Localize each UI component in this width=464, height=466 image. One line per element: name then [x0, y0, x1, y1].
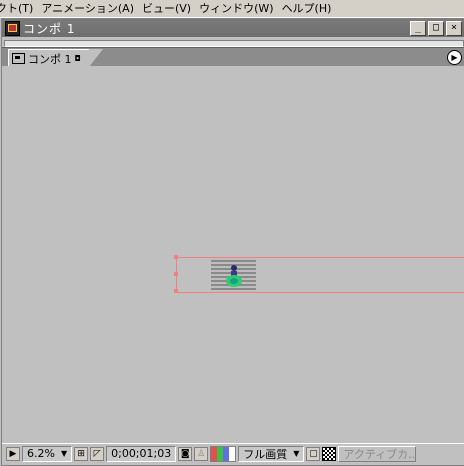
layer-footage-thumbnail[interactable] [211, 258, 256, 290]
play-icon[interactable]: ▶ [6, 446, 20, 461]
layer-handle-top-left[interactable] [174, 255, 178, 259]
layer-handle-mid-left[interactable] [174, 272, 178, 276]
menu-item-help[interactable]: ヘルプ(H) [282, 2, 340, 16]
grid-icon[interactable]: ⊞ [74, 446, 89, 461]
person-icon[interactable]: ♙ [194, 446, 209, 461]
timecode-field[interactable]: 0;00;01;03 [106, 445, 177, 462]
quality-value: フル画質 [243, 447, 288, 461]
tab-composition[interactable]: コンポ 1 ◘ [8, 49, 103, 67]
tab-label: コンポ 1 [28, 52, 72, 66]
menu-item-view[interactable]: ビュー(V) [142, 2, 199, 16]
menu-item-object[interactable]: クト(T) [0, 2, 41, 16]
mask-icon[interactable]: ◸ [90, 446, 105, 461]
menu-bar: クト(T) アニメーション(A) ビュー(V) ウィンドウ(W) ヘルプ(H) [0, 0, 464, 18]
active-camera-select[interactable]: アクティブカ... [338, 445, 417, 462]
title-bar[interactable]: コンポ 1 _ □ × [2, 19, 464, 37]
composition-app-icon [5, 20, 20, 36]
region-of-interest-icon[interactable]: ▢ [306, 446, 321, 461]
alpha-channel-swatch [229, 446, 236, 461]
checker-icon[interactable] [322, 446, 337, 461]
tab-row: コンポ 1 ◘ ▶ [2, 47, 464, 67]
composition-icon [12, 53, 25, 64]
channel-colors[interactable] [210, 445, 237, 462]
panel-menu-icon[interactable]: ▶ [447, 50, 462, 65]
camera-icon[interactable]: ◙ [178, 446, 193, 461]
close-button[interactable]: × [446, 21, 462, 36]
menu-item-window[interactable]: ウィンドウ(W) [199, 2, 281, 16]
menu-item-animation[interactable]: アニメーション(A) [41, 2, 142, 16]
chevron-down-icon: ▼ [293, 449, 300, 458]
viewer-toolbar: ▶ 6.2% ▼ ⊞ ◸ 0;00;01;03 ◙ ♙ フル画質 ▼ ▢ アクテ… [2, 443, 464, 463]
zoom-select[interactable]: 6.2% ▼ [22, 445, 73, 462]
minimize-button[interactable]: _ [410, 21, 426, 36]
figure-icon [226, 265, 242, 287]
window-title: コンポ 1 [23, 21, 76, 36]
quality-select[interactable]: フル画質 ▼ [238, 445, 305, 462]
chevron-down-icon: ▼ [60, 449, 68, 458]
tab-close-icon[interactable]: ◘ [75, 54, 81, 63]
composition-window: コンポ 1 _ □ × コンポ 1 ◘ ▶ ▶ 6.2% ▼ ⊞ ◸ 0;00;… [1, 18, 464, 466]
composition-viewer[interactable] [2, 66, 464, 442]
layer-handle-bottom-left[interactable] [174, 289, 178, 293]
time-navigator-strip[interactable] [4, 40, 464, 47]
maximize-button[interactable]: □ [428, 21, 444, 36]
window-controls: _ □ × [410, 21, 462, 36]
zoom-value: 6.2% [27, 447, 55, 460]
